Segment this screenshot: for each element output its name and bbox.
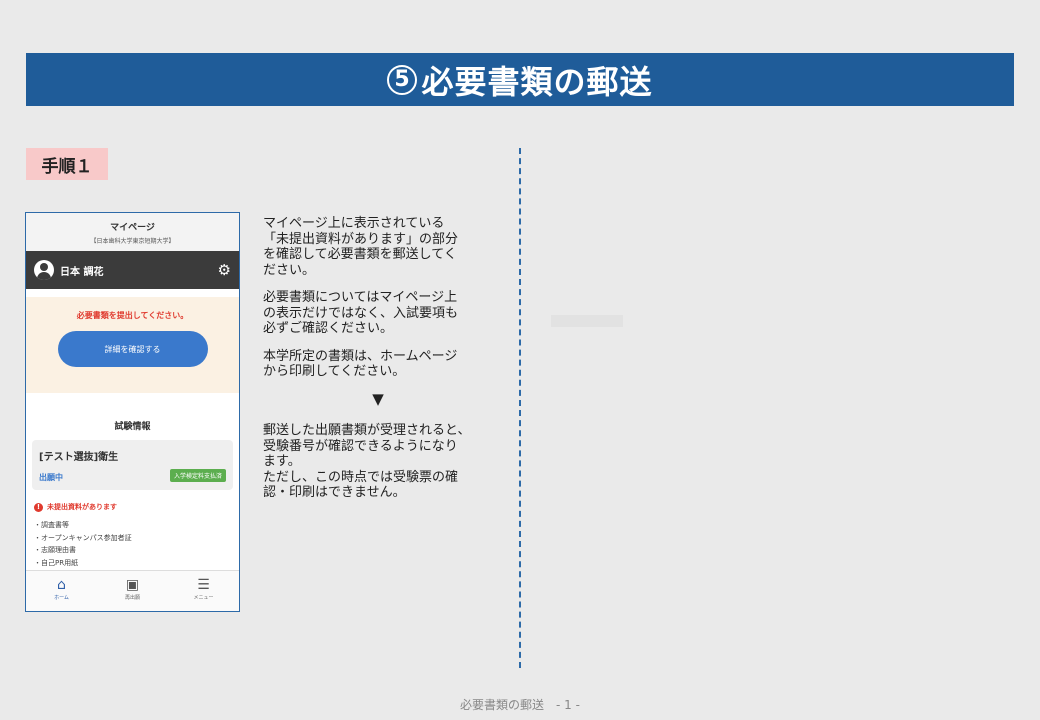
nav-menu[interactable]: ☰ メニュー <box>168 571 239 611</box>
mypage-header: マイページ 【日本歯科大学東京短期大学】 <box>26 213 239 251</box>
exam-name: [テスト選抜]衛生 <box>39 452 119 463</box>
notice-panel: 必要書類を提出してください。 詳細を確認する <box>26 297 239 393</box>
school-name: 【日本歯科大学東京短期大学】 <box>90 238 175 245</box>
title-text: 必要書類の郵送 <box>421 62 653 101</box>
nav-home-label: ホーム <box>54 595 69 601</box>
circled-number: 5 <box>387 64 418 95</box>
alert-text: 未提出資料があります <box>47 503 117 511</box>
mypage-title: マイページ <box>110 223 155 233</box>
document-item: ・調査書等 <box>34 521 69 529</box>
nav-reissue[interactable]: ▣ 再出願 <box>97 571 168 611</box>
exam-status: 出願中 <box>39 473 63 482</box>
dashed-divider <box>519 148 521 668</box>
payment-badge: 入学検定料支払済 <box>169 469 226 482</box>
instruction-paragraph: マイページ上に表示されている 「未提出資料があります」の部分 を確認して必要書類… <box>263 216 459 278</box>
instructions: マイページ上に表示されている 「未提出資料があります」の部分 を確認して必要書類… <box>263 216 493 501</box>
user-name: 日本 調花 <box>60 266 104 278</box>
exam-card[interactable]: [テスト選抜]衛生 出願中 入学検定料支払済 <box>32 440 233 490</box>
details-button[interactable]: 詳細を確認する <box>57 331 208 367</box>
menu-icon: ☰ <box>197 577 210 593</box>
id-card-icon: ▣ <box>125 577 140 593</box>
section-title: 試験情報 <box>114 422 151 432</box>
phone-screenshot: マイページ 【日本歯科大学東京短期大学】 日本 調花 ⚙ 必要書類を提出してくだ… <box>25 212 240 612</box>
document-item: ・志願理由書 <box>34 546 76 554</box>
user-bar: 日本 調花 ⚙ <box>26 251 239 289</box>
avatar-icon <box>34 260 54 280</box>
notice-text: 必要書類を提出してください。 <box>76 311 189 320</box>
page-title: 5 必要書類の郵送 <box>26 53 1014 106</box>
bottom-nav: ⌂ ホーム ▣ 再出願 ☰ メニュー <box>26 570 239 611</box>
instruction-paragraph: 本学所定の書類は、ホームページ から印刷してください。 <box>263 348 458 380</box>
step-label: 手順１ <box>26 148 108 180</box>
nav-menu-label: メニュー <box>193 595 214 601</box>
instruction-paragraph: 郵送した出願書類が受理されると、 受験番号が確認できるようになり ます。 ただし… <box>263 423 471 500</box>
document-item: ・自己PR用紙 <box>34 558 79 567</box>
nav-home[interactable]: ⌂ ホーム <box>26 571 97 611</box>
document-item: ・オープンキャンパス参加者証 <box>34 533 132 542</box>
instruction-paragraph: 必要書類についてはマイページ上 の表示だけではなく、入試要項も 必ずご確認くださ… <box>263 290 459 336</box>
home-icon: ⌂ <box>57 577 66 593</box>
placeholder-block <box>551 315 623 327</box>
page-footer: 必要書類の郵送 - 1 - <box>460 698 580 712</box>
alert-icon: ! <box>34 502 43 512</box>
nav-reissue-label: 再出願 <box>124 595 140 601</box>
gear-icon[interactable]: ⚙ <box>218 261 231 279</box>
down-arrow-icon: ▼ <box>372 389 384 408</box>
missing-docs-alert: ! 未提出資料があります ・調査書等 ・オープンキャンパス参加者証 ・志願理由書… <box>34 502 231 569</box>
